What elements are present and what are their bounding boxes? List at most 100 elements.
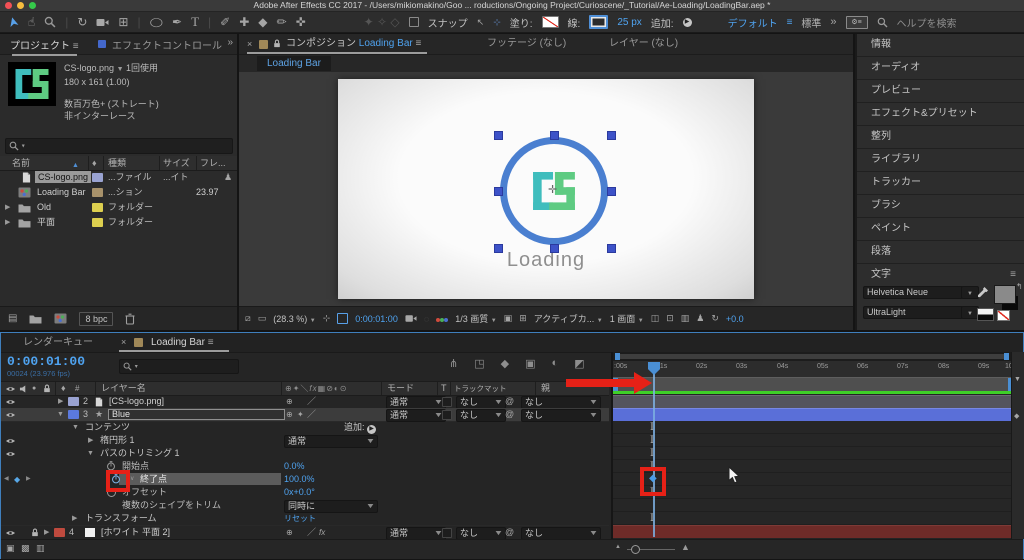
footage-name[interactable]: CS-logo.png bbox=[64, 63, 114, 73]
selection-handle[interactable] bbox=[607, 187, 616, 196]
playhead-line[interactable] bbox=[653, 364, 655, 537]
tab-effect-controls[interactable]: エフェクトコントロール B bbox=[112, 37, 222, 52]
workspace-standard-tab[interactable]: 標準 bbox=[801, 15, 821, 30]
timeline-zoom-slider-knob[interactable] bbox=[631, 545, 640, 554]
eye-icon[interactable] bbox=[5, 437, 16, 445]
eye-icon[interactable] bbox=[5, 398, 16, 406]
group-row-ellipse[interactable]: ▶ 楕円形 1 通常 ▼ bbox=[1, 434, 609, 448]
add-property-icon[interactable]: ▶ bbox=[367, 425, 377, 434]
eraser-tool[interactable]: ◆ bbox=[258, 15, 267, 29]
next-keyframe-icon[interactable]: ▶ bbox=[26, 473, 31, 486]
new-composition-button[interactable] bbox=[54, 313, 67, 324]
project-tabs-overflow-icon[interactable]: » bbox=[227, 37, 233, 48]
layer-name[interactable]: [ホワイト 平面 2] bbox=[101, 526, 170, 539]
quality-switch[interactable]: ⊕ bbox=[286, 408, 293, 421]
pixel-aspect-icon[interactable]: ◫ bbox=[651, 313, 660, 324]
preserve-transparency-checkbox[interactable] bbox=[442, 397, 452, 407]
stroke-swatch[interactable] bbox=[589, 15, 609, 29]
layer-bar-blue[interactable] bbox=[613, 408, 1013, 421]
twirl-icon[interactable]: ▼ bbox=[72, 421, 79, 434]
draft-3d-icon[interactable]: ◳ bbox=[474, 357, 484, 370]
fill-color-swatch[interactable] bbox=[994, 285, 1016, 304]
project-search-field[interactable]: ▾ bbox=[5, 138, 233, 154]
zoom-tool[interactable] bbox=[44, 16, 56, 28]
frame-blending-icon[interactable]: ▣ bbox=[525, 357, 535, 370]
comp-name[interactable]: Loading Bar bbox=[37, 185, 86, 200]
eye-icon[interactable] bbox=[5, 450, 16, 458]
roto-brush-tool[interactable]: ✏ bbox=[277, 15, 287, 29]
tab-render-queue[interactable]: レンダーキュー bbox=[23, 333, 93, 352]
selection-tool[interactable]: ➤ bbox=[4, 15, 22, 29]
layer-row-cs-logo[interactable]: ▶ 2 [CS-logo.png] ⊕ ／ 通常 ▼ なし ▼ @ なし ▼ bbox=[1, 395, 609, 409]
traffic-zoom-button[interactable] bbox=[29, 2, 36, 9]
group-name[interactable]: トランスフォーム bbox=[85, 512, 157, 525]
selection-handle[interactable] bbox=[607, 244, 616, 253]
effects-switch[interactable]: ／ bbox=[307, 526, 316, 539]
workspace-overflow-icon[interactable]: » bbox=[830, 16, 836, 28]
expand-layer-switches-icon[interactable]: ▣ bbox=[6, 543, 15, 554]
snapshot-icon[interactable] bbox=[405, 314, 417, 323]
property-row-trim-multiple[interactable]: 複数のシェイプをトリム 同時に ▼ bbox=[1, 499, 609, 513]
property-name[interactable]: 複数のシェイプをトリム bbox=[122, 499, 221, 512]
parent-pickwhip-icon[interactable]: @ bbox=[505, 395, 514, 408]
camera-view-dropdown[interactable]: アクティブカ... ▼ bbox=[534, 312, 603, 325]
clone-stamp-tool[interactable]: ✚ bbox=[239, 15, 249, 29]
puppet-pin-tool[interactable]: ✜ bbox=[296, 15, 306, 29]
traffic-close-button[interactable] bbox=[5, 2, 12, 9]
twirl-icon[interactable]: ▶ bbox=[44, 526, 49, 539]
font-family-dropdown[interactable]: Helvetica Neue bbox=[863, 286, 963, 299]
quality-switch[interactable]: ⊕ bbox=[286, 526, 293, 539]
footage-usage-dropdown-icon[interactable]: ▼ bbox=[117, 66, 124, 73]
column-label-icon[interactable]: ♦ bbox=[92, 156, 97, 170]
column-track-matte[interactable]: トラックマット bbox=[454, 382, 507, 395]
timeline-search-field[interactable]: ▾ bbox=[119, 359, 239, 374]
sidebar-panel-audio[interactable]: オーディオ bbox=[857, 57, 1024, 80]
zoom-out-icon[interactable]: ▲ bbox=[615, 544, 621, 550]
exposure-value[interactable]: +0.0 bbox=[726, 314, 744, 324]
zoom-level-dropdown[interactable]: (28.3 %) ▼ bbox=[273, 314, 315, 324]
camera-tool[interactable] bbox=[96, 18, 109, 27]
layer-row-white-solid[interactable]: ▶ 4 [ホワイト 平面 2] ⊕ ／ fx 通常 ▼ なし ▼ @ なし ▼ bbox=[1, 525, 609, 540]
file-name[interactable]: CS-logo.png bbox=[35, 171, 92, 183]
type-tool[interactable]: T bbox=[191, 14, 199, 30]
tab-footage[interactable]: フッテージ (なし) bbox=[487, 34, 566, 54]
time-ruler[interactable]: :00s 01s 02s 03s 04s 05s 06s 07s 08s 09s… bbox=[613, 361, 1013, 378]
column-t[interactable]: T bbox=[441, 382, 447, 395]
column-fps[interactable]: フレ... bbox=[200, 156, 226, 170]
group-row-trim-paths[interactable]: ▼ パスのトリミング 1 bbox=[1, 447, 609, 460]
layer-row-blue[interactable]: ▼ 3 ★ Blue ⊕ ✦ ／ 通常 ▼ なし ▼ @ なし ▼ bbox=[1, 408, 609, 422]
show-snapshot-icon[interactable]: ◌ bbox=[424, 314, 429, 324]
group-name[interactable]: コンテンツ bbox=[85, 421, 130, 434]
resolution-dropdown[interactable]: 1/3 画質 ▼ bbox=[455, 312, 496, 325]
twirl-icon[interactable]: ▶ bbox=[5, 200, 10, 215]
project-row-loading-bar[interactable]: Loading Bar ...ション 23.97 bbox=[0, 185, 237, 200]
previous-keyframe-icon[interactable]: ◀ bbox=[4, 473, 9, 486]
sidebar-panel-info[interactable]: 情報 bbox=[857, 34, 1024, 57]
twirl-icon[interactable]: ▼ bbox=[57, 408, 64, 421]
add-property-control[interactable]: 追加: ▶ bbox=[344, 421, 377, 434]
property-value[interactable]: 0x+0.0° bbox=[284, 486, 315, 499]
timeline-h-scrollbar[interactable] bbox=[613, 352, 1013, 361]
composition-mini-flowchart-icon[interactable]: ⋔ bbox=[449, 357, 458, 370]
help-search-icon[interactable] bbox=[877, 17, 888, 28]
keyframe-indicator-icon[interactable]: ◆ bbox=[14, 473, 20, 486]
traffic-minimize-button[interactable] bbox=[17, 2, 24, 9]
always-preview-icon[interactable]: ⧄ bbox=[245, 313, 251, 324]
pen-tool[interactable]: ✒ bbox=[172, 15, 182, 29]
column-type[interactable]: 種類 bbox=[108, 156, 126, 170]
region-of-interest-icon[interactable]: ⊹ bbox=[323, 313, 331, 324]
label-swatch[interactable] bbox=[54, 528, 65, 537]
current-time-display[interactable]: 0:00:01:00 00024 (23.976 fps) bbox=[7, 354, 85, 378]
snap-grid-icon[interactable]: ⊹ bbox=[493, 17, 501, 28]
effects-switch[interactable]: ／ bbox=[307, 408, 316, 421]
selection-handle[interactable] bbox=[607, 131, 616, 140]
group-name[interactable]: パスのトリミング 1 bbox=[100, 447, 180, 460]
viewer-panel-menu-icon[interactable]: ≡ bbox=[416, 38, 422, 49]
layer-name-editbox[interactable]: Blue bbox=[108, 409, 285, 420]
sidebar-panel-paragraph[interactable]: 段落 bbox=[857, 241, 1024, 264]
selection-handle[interactable] bbox=[494, 131, 503, 140]
panel-menu-icon[interactable]: ≡ bbox=[208, 337, 214, 348]
add-shape-icon[interactable]: ▶ bbox=[682, 17, 692, 27]
collapse-switch[interactable]: ✦ bbox=[297, 408, 304, 421]
comp-subtab[interactable]: Loading Bar bbox=[257, 56, 331, 71]
